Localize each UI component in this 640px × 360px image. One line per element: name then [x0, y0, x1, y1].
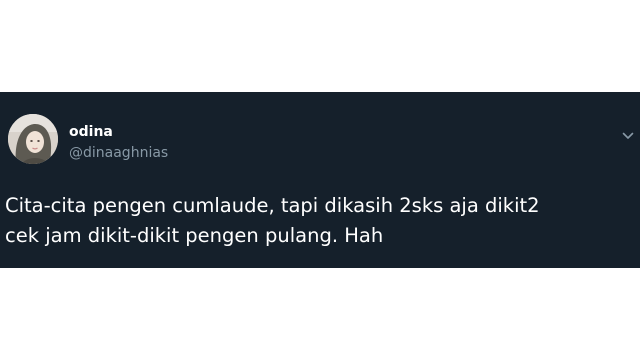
- avatar[interactable]: [8, 114, 58, 164]
- display-name[interactable]: odina: [69, 124, 113, 140]
- user-handle[interactable]: @dinaaghnias: [69, 145, 168, 161]
- tweet-text-line: Cita-cita pengen cumlaude, tapi dikasih …: [5, 194, 540, 217]
- chevron-down-icon[interactable]: [622, 126, 634, 139]
- tweet-text: Cita-cita pengen cumlaude, tapi dikasih …: [5, 191, 635, 251]
- avatar-photo: [8, 114, 58, 164]
- tweet-card: odina @dinaaghnias Cita-cita pengen cuml…: [0, 92, 640, 268]
- tweet-text-line: cek jam dikit-dikit pengen pulang. Hah: [5, 224, 384, 247]
